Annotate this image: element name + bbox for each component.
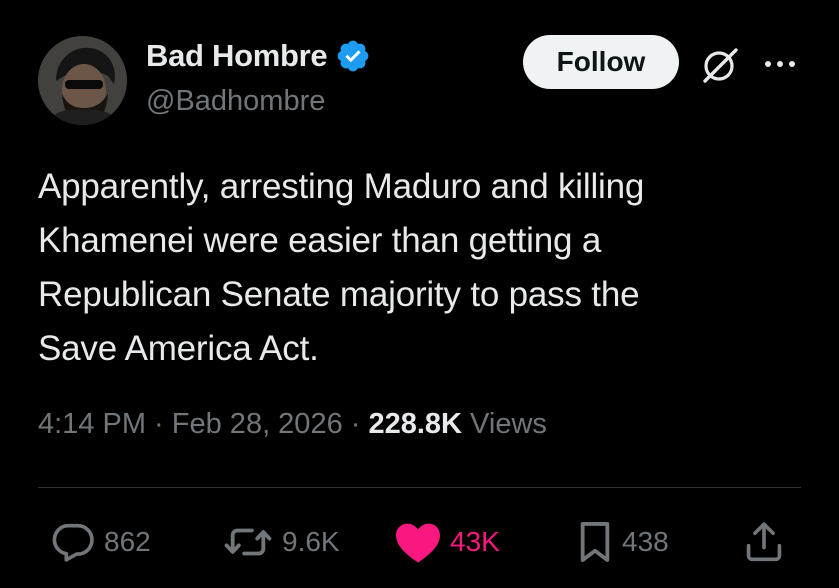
heart-filled-icon [396, 523, 440, 563]
share-button[interactable] [744, 512, 784, 572]
views-count: 228.8K [368, 408, 462, 440]
follow-button[interactable]: Follow [523, 35, 679, 89]
tweet-text: Apparently, arresting Maduro and killing… [38, 167, 645, 368]
action-bar: 862 9.6K 43K 438 [0, 512, 839, 572]
divider [38, 487, 801, 488]
avatar[interactable] [38, 36, 127, 125]
tweet-meta: 4:14 PM · Feb 28, 2026 · 228.8K Views [38, 408, 547, 441]
author-handle[interactable]: @Badhombre [146, 85, 325, 118]
repost-icon [224, 528, 272, 556]
verified-badge-icon[interactable] [335, 38, 371, 74]
tweet-date[interactable]: Feb 28, 2026 [172, 408, 343, 441]
avatar-image [38, 36, 127, 125]
like-count: 43K [450, 526, 500, 557]
reply-icon [52, 523, 94, 562]
tweet-time[interactable]: 4:14 PM [38, 408, 146, 441]
share-icon [746, 522, 782, 562]
views-label: Views [462, 408, 547, 440]
repost-count: 9.6K [282, 526, 340, 557]
bookmark-icon [580, 522, 610, 562]
display-name[interactable]: Bad Hombre [146, 38, 328, 74]
more-icon[interactable] [762, 54, 798, 74]
repost-button[interactable]: 9.6K [222, 512, 340, 572]
reply-button[interactable]: 862 [50, 512, 151, 572]
grok-icon[interactable] [699, 44, 741, 86]
like-button[interactable]: 43K [394, 512, 500, 572]
bookmark-button[interactable]: 438 [576, 512, 669, 572]
meta-separator: · [342, 408, 369, 440]
reply-count: 862 [104, 526, 151, 557]
meta-separator: · [146, 408, 172, 440]
bookmark-count: 438 [622, 526, 669, 557]
author-name-row: Bad Hombre [146, 38, 371, 74]
